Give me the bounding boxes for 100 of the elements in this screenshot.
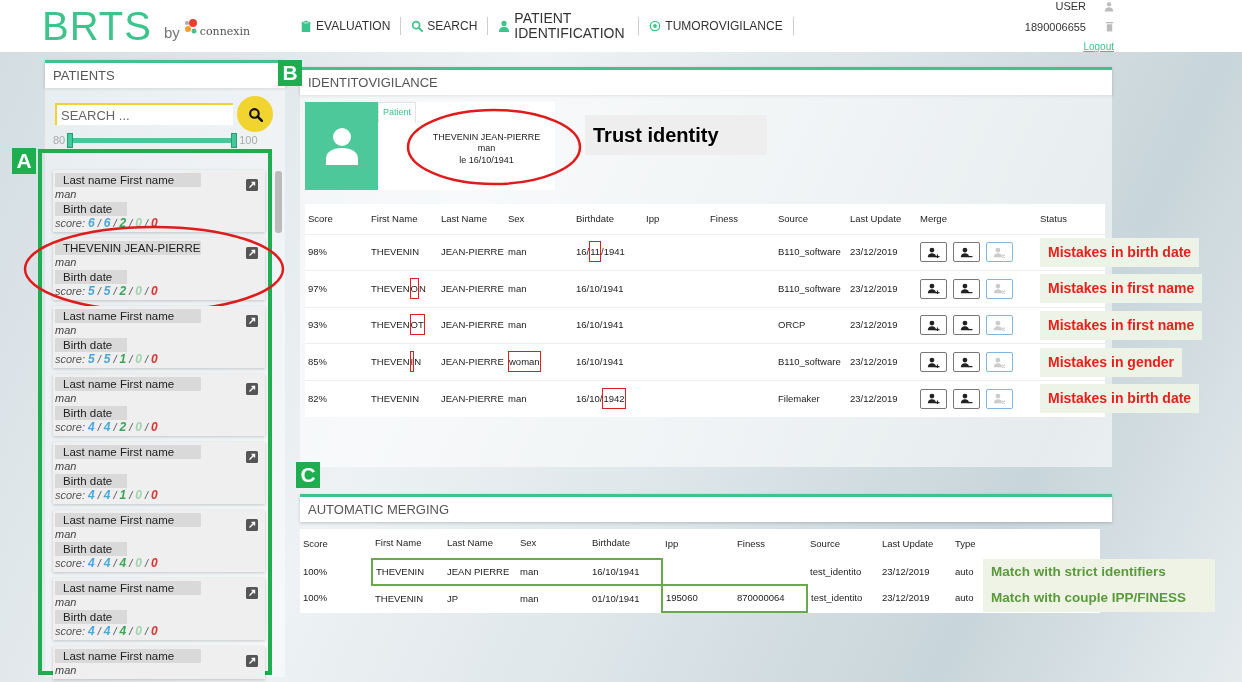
add-user-button[interactable] xyxy=(920,388,947,409)
table-cell: 16/10/1941 xyxy=(592,566,640,577)
nav-link[interactable]: SEARCH xyxy=(401,19,488,33)
nav-link[interactable]: EVALUATION xyxy=(290,19,401,33)
expand-icon[interactable] xyxy=(246,450,258,463)
column-header: Last Update xyxy=(882,537,934,549)
score-value: 1 xyxy=(119,351,127,366)
score-separator: / xyxy=(97,215,101,230)
patient-card[interactable]: Last name First name man xyxy=(53,645,265,679)
score-value: 0 xyxy=(150,283,158,298)
score-value: 0 xyxy=(135,555,142,570)
patient-card[interactable]: Last name First name man Birth date score: 5 / 5 / 1 / 0 / 0 xyxy=(53,305,265,368)
expand-icon[interactable] xyxy=(246,518,258,531)
nav-link[interactable]: PATIENT IDENTIFICATION xyxy=(488,11,639,41)
table-cell: THEVEN ON xyxy=(371,277,426,299)
table-cell: test_identito xyxy=(811,592,863,604)
status-note: Mistakes in first name xyxy=(1040,311,1203,340)
score-label: score: xyxy=(55,351,85,366)
score-value: 4 xyxy=(87,419,95,434)
unlink-user-icon xyxy=(992,356,1007,368)
add-user-button[interactable] xyxy=(920,242,947,263)
column-header: Source xyxy=(778,212,809,224)
patient-sex: man xyxy=(55,322,78,337)
score-separator: / xyxy=(97,487,101,502)
remove-user-button[interactable] xyxy=(953,388,980,409)
expand-icon[interactable] xyxy=(246,382,258,395)
table-cell: JEAN-PIERRE xyxy=(441,246,504,258)
patient-card[interactable]: Last name First name man Birth date score: 4 / 4 / 4 / 0 / 0 xyxy=(53,577,265,640)
table-cell: 23/12/2019 xyxy=(850,282,898,294)
remove-user-button[interactable] xyxy=(953,352,980,373)
table-cell: THEVENIN xyxy=(376,566,425,577)
brand-name: connexin xyxy=(199,23,251,40)
score-value: 4 xyxy=(119,555,127,570)
patient-name: Last name First name xyxy=(55,580,201,595)
unlink-user-icon xyxy=(992,246,1007,258)
table-cell: THEVENIN xyxy=(371,392,420,404)
remove-user-button[interactable] xyxy=(953,278,980,299)
column-header: Ipp xyxy=(665,537,679,549)
callout-label: A xyxy=(12,148,36,174)
patient-card[interactable]: Last name First name man Birth date score: 4 / 4 / 1 / 0 / 0 xyxy=(53,441,265,504)
expand-icon[interactable] xyxy=(246,246,258,259)
expand-icon[interactable] xyxy=(246,654,258,667)
table-cell: 23/12/2019 xyxy=(882,566,930,577)
remove-user-icon xyxy=(959,393,974,405)
patient-name: THEVENIN JEAN-PIERRE xyxy=(431,131,542,144)
remove-user-button[interactable] xyxy=(953,242,980,263)
table-cell: 97% xyxy=(308,282,327,294)
score-separator: / xyxy=(113,215,117,230)
scrollbar[interactable] xyxy=(275,170,282,233)
score-value: 4 xyxy=(87,623,95,638)
add-user-button[interactable] xyxy=(920,315,947,336)
expand-icon[interactable] xyxy=(246,178,258,191)
table-cell: 23/12/2019 xyxy=(850,319,898,331)
column-header: Last Name xyxy=(447,537,493,549)
score-value: 4 xyxy=(103,419,111,434)
table-cell: B110_software xyxy=(778,246,841,258)
patient-card[interactable]: Last name First name man Birth date score: 4 / 4 / 2 / 0 / 0 xyxy=(53,373,265,436)
by-label: by xyxy=(163,22,180,43)
score-value: 0 xyxy=(150,351,158,366)
add-user-icon xyxy=(926,393,941,405)
table-cell: man xyxy=(508,282,527,294)
add-user-button[interactable] xyxy=(920,278,947,299)
table-cell: JP xyxy=(447,592,459,604)
column-header: Merge xyxy=(920,212,947,224)
add-user-icon xyxy=(926,246,941,258)
score-value: 2 xyxy=(119,283,127,298)
patient-card[interactable]: THEVENIN JEAN-PIERRE man Birth date score: 5 / 5 / 2 / 0 / 0 xyxy=(53,237,265,300)
patient-name: Last name First name xyxy=(55,444,201,459)
score-value: 0 xyxy=(150,623,158,638)
unlink-user-icon xyxy=(992,320,1007,331)
expand-icon[interactable] xyxy=(246,586,258,599)
search-field[interactable]: SEARCH ... xyxy=(55,103,233,125)
score-label: score: xyxy=(55,487,85,502)
score-separator: / xyxy=(97,623,101,638)
table-cell: 23/12/2019 xyxy=(850,392,898,404)
score-separator: / xyxy=(144,419,148,434)
column-header: First Name xyxy=(375,537,422,549)
table-cell: 16/10/1942 xyxy=(576,387,626,409)
score-value: 0 xyxy=(135,487,142,502)
add-user-button[interactable] xyxy=(920,352,947,373)
expand-icon[interactable] xyxy=(246,314,258,327)
score-separator: / xyxy=(129,555,133,570)
score-value: 0 xyxy=(150,487,158,502)
column-header: Source xyxy=(810,537,841,549)
search-button[interactable] xyxy=(237,96,273,132)
table-cell: 16/11/1941 xyxy=(576,241,625,263)
patient-sex: man xyxy=(55,254,78,269)
range-slider[interactable] xyxy=(67,132,238,148)
patient-card[interactable]: Last name First name man Birth date score: 4 / 4 / 4 / 0 / 0 xyxy=(53,509,265,572)
table-cell: JEAN-PIERRE xyxy=(441,392,504,404)
status-note: Mistakes in birth date xyxy=(1040,237,1200,267)
table-cell: 01/10/1941 xyxy=(592,592,640,604)
patient-name: Last name First name xyxy=(55,308,201,323)
nav-link[interactable]: TUMOROVIGILANCE xyxy=(639,19,793,33)
column-header: Last Update xyxy=(850,212,902,224)
score-separator: / xyxy=(144,555,148,570)
score-value: 0 xyxy=(150,419,158,434)
remove-user-button[interactable] xyxy=(953,315,980,336)
score-value: 5 xyxy=(103,283,111,298)
table-cell: 16/10/1941 xyxy=(576,319,624,331)
